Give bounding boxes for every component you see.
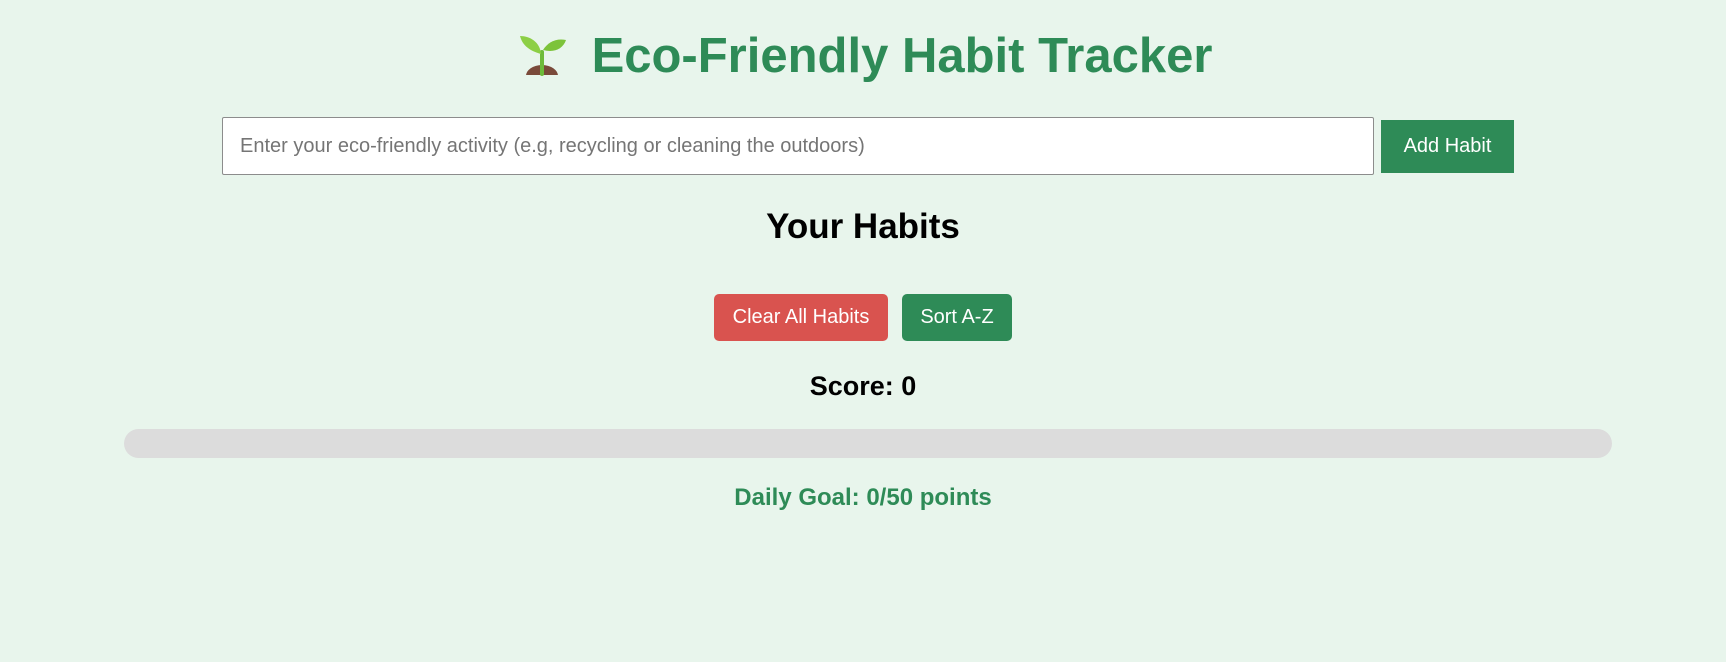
habits-heading: Your Habits — [766, 207, 960, 246]
daily-goal: Daily Goal: 0/50 points — [734, 484, 992, 511]
habit-input[interactable] — [222, 117, 1374, 175]
page-title: Eco-Friendly Habit Tracker — [591, 29, 1213, 83]
clear-all-habits-button[interactable]: Clear All Habits — [714, 294, 888, 341]
add-habit-button[interactable]: Add Habit — [1381, 119, 1514, 173]
sort-az-button[interactable]: Sort A-Z — [902, 294, 1012, 341]
habit-form: Add Habit — [222, 117, 1514, 175]
habit-actions: Clear All Habits Sort A-Z — [0, 294, 1726, 341]
app-header: Eco-Friendly Habit Tracker — [0, 26, 1726, 86]
seedling-icon — [519, 36, 566, 84]
progress-bar — [124, 429, 1612, 458]
score-display: Score: 0 — [809, 371, 917, 401]
